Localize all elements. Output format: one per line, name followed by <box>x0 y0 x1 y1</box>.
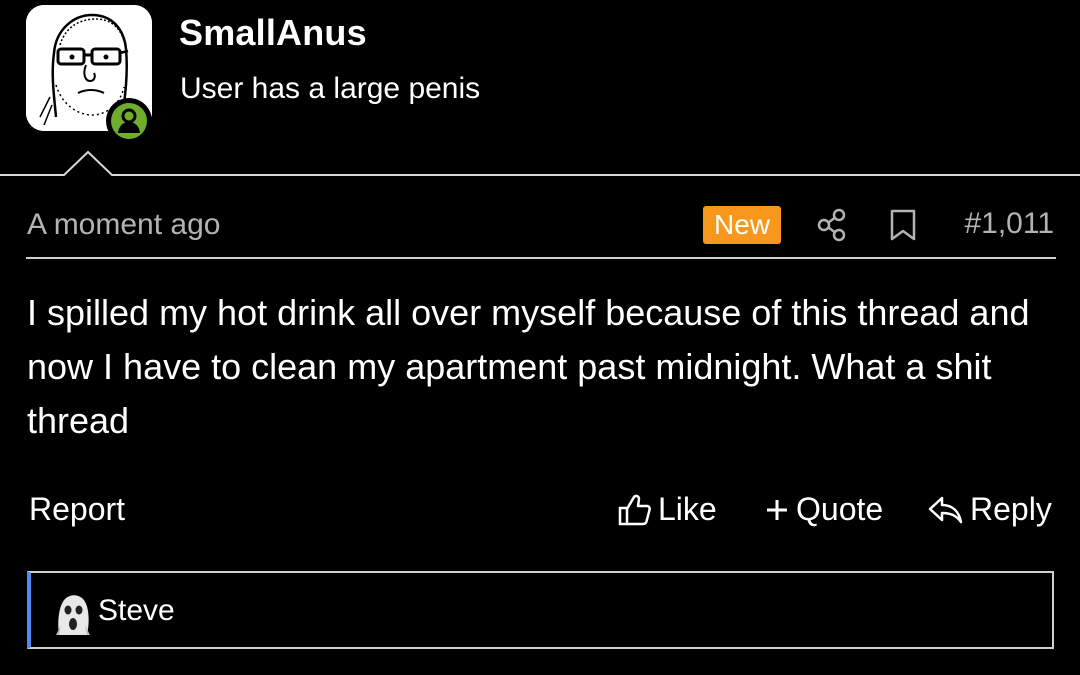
user-title: User has a large penis <box>180 72 481 105</box>
reply-username: Steve <box>98 594 175 627</box>
quote-button[interactable]: Quote <box>764 491 883 528</box>
quote-label: Quote <box>796 491 884 527</box>
username-link[interactable]: SmallAnus <box>179 12 367 54</box>
new-badge: New <box>703 206 781 244</box>
bookmark-icon[interactable] <box>889 208 917 247</box>
reply-button[interactable]: Reply <box>928 491 1052 528</box>
thumbs-up-icon <box>618 494 651 525</box>
quick-reply-box[interactable]: Steve <box>27 571 1054 649</box>
post-header-pointer-line <box>0 150 1080 176</box>
post-body-text: I spilled my hot drink all over myself b… <box>27 292 1030 441</box>
plus-icon <box>767 499 787 520</box>
report-button[interactable]: Report <box>29 491 125 528</box>
like-label: Like <box>658 491 717 527</box>
reply-user-avatar <box>53 591 93 635</box>
post-header-divider <box>26 257 1056 259</box>
post-number-link[interactable]: #1,011 <box>964 207 1054 241</box>
reply-label: Reply <box>970 491 1052 527</box>
reply-arrow-icon <box>928 496 963 523</box>
like-button[interactable]: Like <box>618 491 717 528</box>
online-status-indicator <box>106 98 152 144</box>
user-online-icon <box>111 103 147 139</box>
post-timestamp[interactable]: A moment ago <box>27 208 220 242</box>
share-icon[interactable] <box>817 208 847 247</box>
